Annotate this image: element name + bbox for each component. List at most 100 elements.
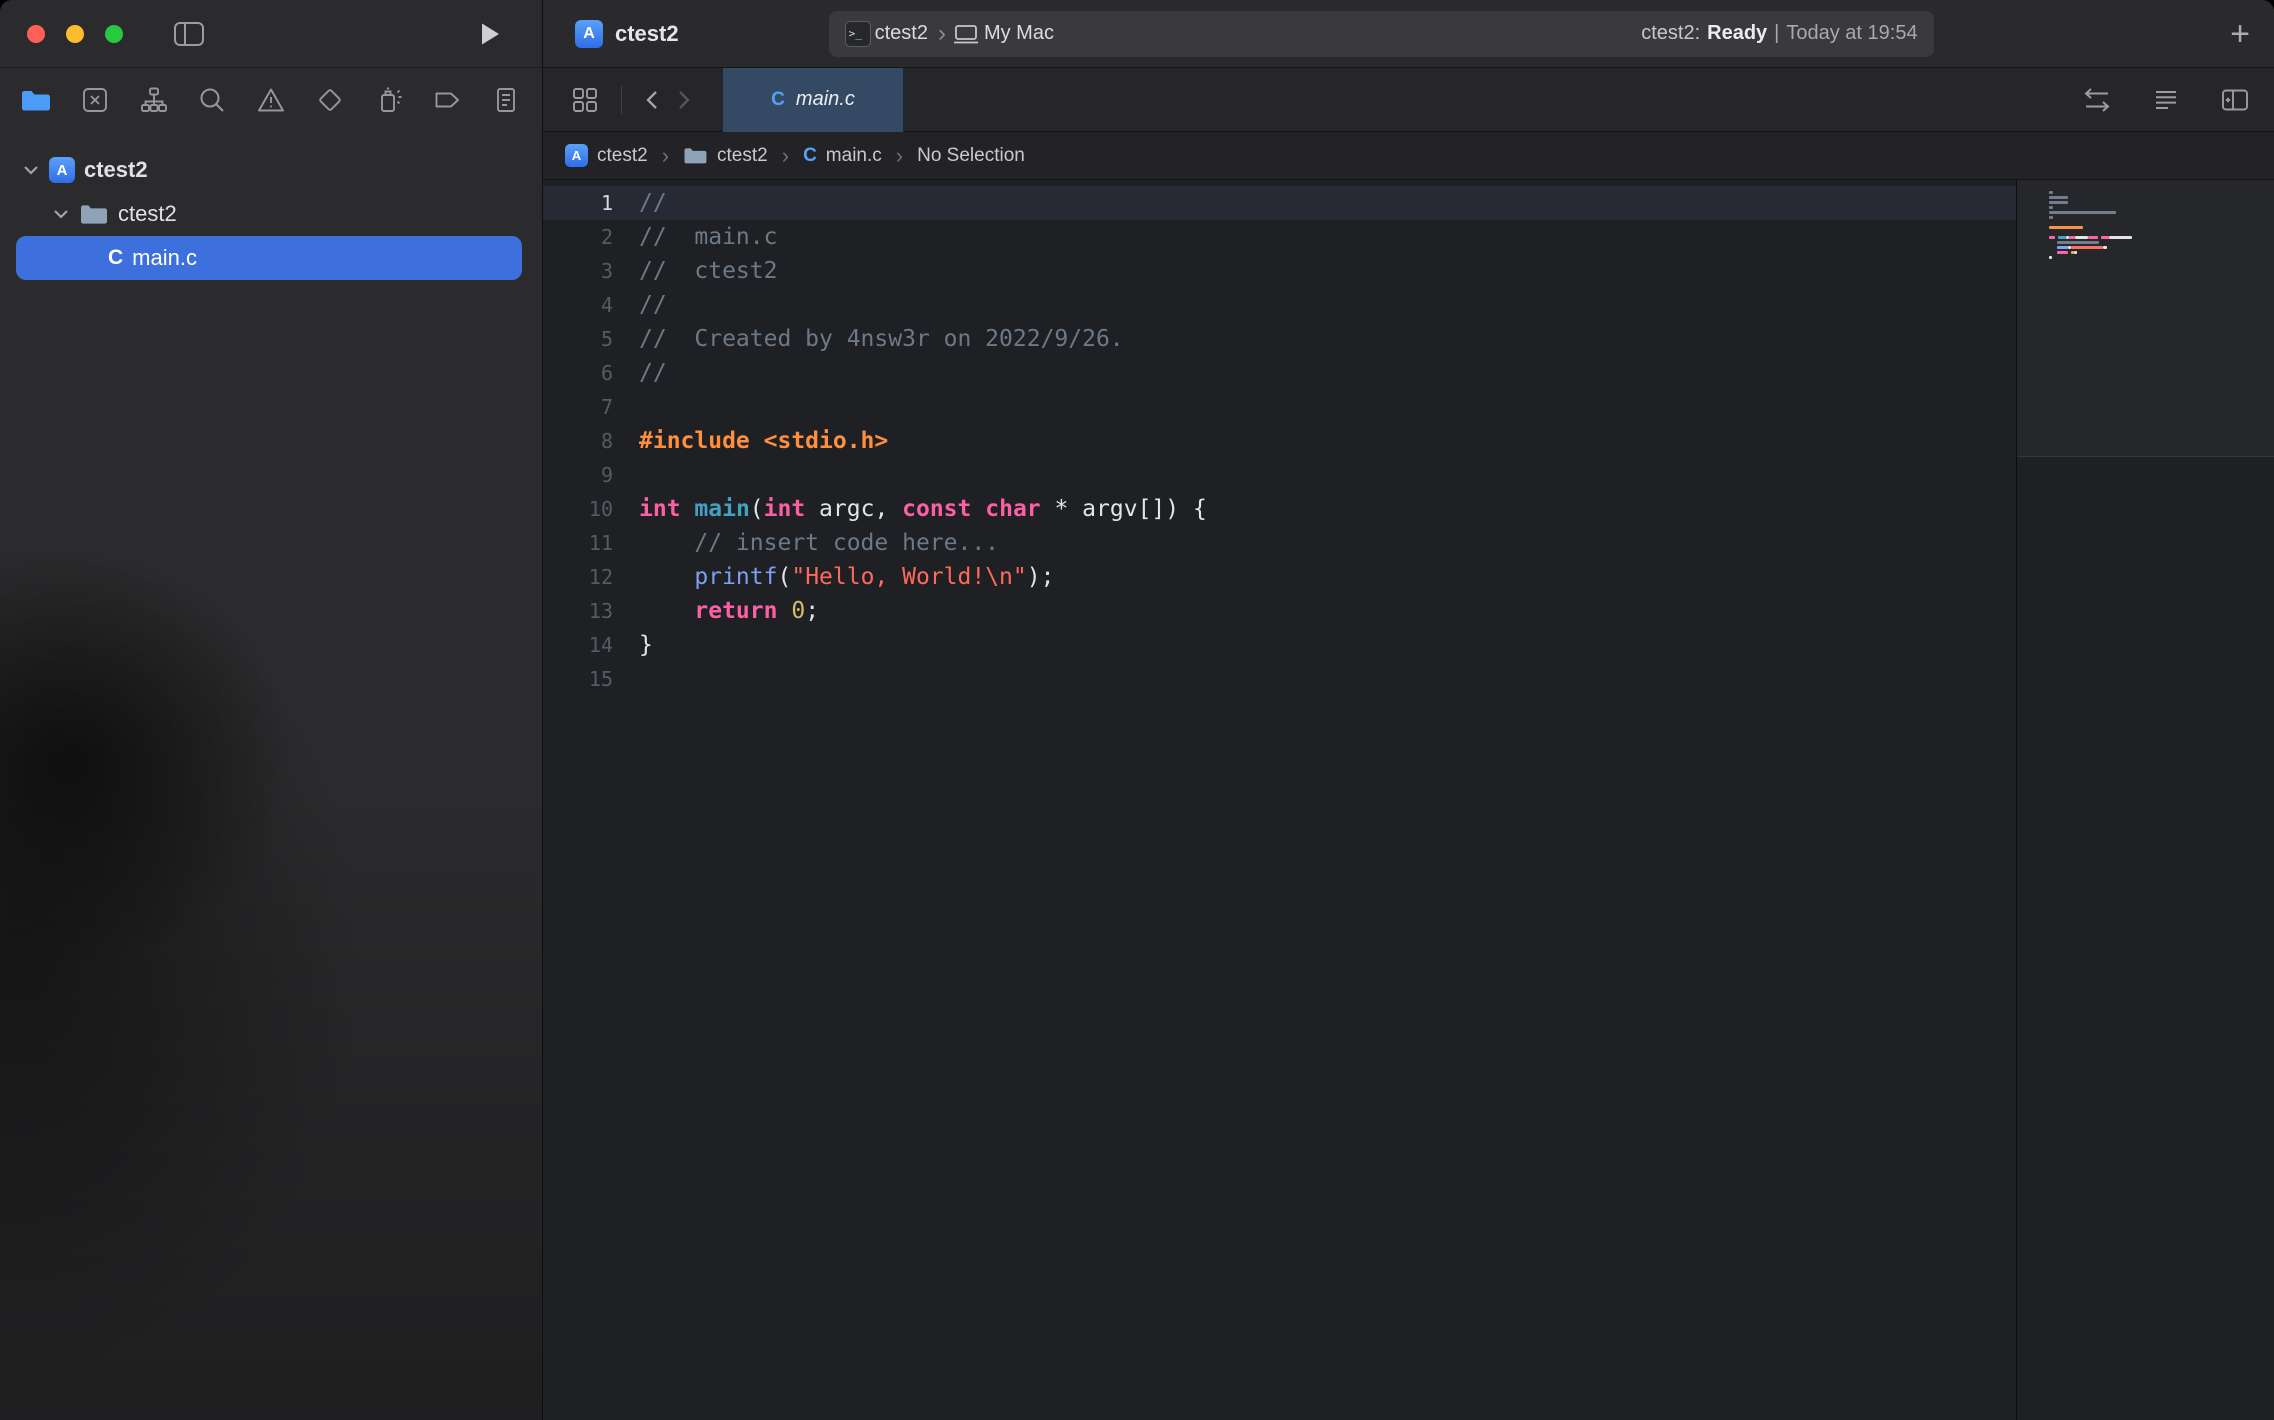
report-navigator-button[interactable] — [486, 80, 526, 120]
tab-overview-button[interactable] — [563, 86, 607, 114]
close-button[interactable] — [27, 25, 45, 43]
code-line[interactable]: 1 // — [543, 186, 2016, 220]
code-line[interactable]: 13 return 0; — [543, 594, 2016, 628]
find-navigator-button[interactable] — [192, 80, 232, 120]
symbol-navigator-button[interactable] — [134, 80, 174, 120]
code-line[interactable]: 11 // insert code here... — [543, 526, 2016, 560]
code-line[interactable]: 14} — [543, 628, 2016, 662]
line-number[interactable]: 5 — [543, 322, 613, 356]
minimize-button[interactable] — [66, 25, 84, 43]
add-editor-button[interactable] — [2212, 86, 2258, 114]
code-lines[interactable]: 1//2// main.c3// ctest24//5// Created by… — [543, 180, 2016, 1420]
chevron-down-icon[interactable] — [52, 207, 70, 221]
debug-navigator-button[interactable] — [369, 80, 409, 120]
tree-row-project[interactable]: A ctest2 — [0, 148, 542, 192]
divider — [621, 86, 622, 114]
breakpoint-tag-icon — [432, 85, 462, 115]
warning-triangle-icon — [256, 85, 286, 115]
code-text: // — [639, 288, 667, 322]
add-button[interactable]: + — [2230, 17, 2250, 51]
navigator-sidebar: A ctest2 ctest2 C main.c — [0, 0, 543, 1420]
jumpbar-group[interactable]: ctest2 — [683, 145, 768, 167]
chevron-right-icon: › — [662, 143, 669, 169]
code-line[interactable]: 5 // Created by 4nsw3r on 2022/9/26. — [543, 322, 2016, 356]
split-editor-plus-icon — [2220, 86, 2250, 114]
arrows-left-right-icon — [2082, 86, 2112, 114]
issue-navigator-button[interactable] — [251, 80, 291, 120]
line-number[interactable]: 1 — [543, 186, 613, 220]
tree-item-label: ctest2 — [118, 201, 177, 227]
test-navigator-button[interactable] — [310, 80, 350, 120]
chevron-down-icon[interactable] — [22, 163, 40, 177]
chevron-right-icon — [676, 89, 692, 111]
line-number[interactable]: 6 — [543, 356, 613, 390]
xcode-window: A ctest2 ctest2 C main.c A ctes — [0, 0, 2274, 1420]
jumpbar-project[interactable]: A ctest2 — [565, 144, 648, 167]
play-icon — [478, 21, 502, 47]
tab-label: main.c — [796, 88, 855, 111]
tree-item-label: ctest2 — [84, 157, 148, 183]
code-line[interactable]: 7 — [543, 390, 2016, 424]
scheme-target-selector[interactable]: ctest2 — [875, 22, 928, 45]
status-divider: | — [1774, 22, 1779, 45]
line-number[interactable]: 15 — [543, 662, 613, 696]
tab-main-c[interactable]: C main.c — [722, 68, 904, 132]
code-line[interactable]: 4 // — [543, 288, 2016, 322]
editor-options-button[interactable] — [2144, 86, 2188, 114]
tree-item-label: main.c — [132, 245, 197, 271]
code-line[interactable]: 8#include <stdio.h> — [543, 424, 2016, 458]
code-text: // Created by 4nsw3r on 2022/9/26. — [639, 322, 1124, 356]
chevron-left-icon — [644, 89, 660, 111]
tree-row-group[interactable]: ctest2 — [0, 192, 542, 236]
minimap-line — [2017, 261, 2274, 266]
xcode-project-icon: A — [565, 144, 588, 167]
code-line[interactable]: 2// main.c — [543, 220, 2016, 254]
go-forward-button[interactable] — [668, 89, 700, 111]
jumpbar-file[interactable]: C main.c — [803, 145, 882, 167]
diamond-icon — [315, 85, 345, 115]
line-number[interactable]: 8 — [543, 424, 613, 458]
go-back-button[interactable] — [636, 89, 668, 111]
line-number[interactable]: 11 — [543, 526, 613, 560]
grid-icon — [571, 86, 599, 114]
sidebar-toolbar — [0, 0, 542, 68]
project-navigator-button[interactable] — [16, 80, 56, 120]
toggle-sidebar-button[interactable] — [173, 20, 205, 48]
jump-bar: A ctest2 › ctest2 › C main.c › No Select… — [543, 132, 2274, 180]
line-number[interactable]: 10 — [543, 492, 613, 526]
line-number[interactable]: 2 — [543, 220, 613, 254]
zoom-button[interactable] — [105, 25, 123, 43]
jumpbar-file-label: main.c — [826, 145, 882, 167]
source-control-navigator-button[interactable] — [75, 80, 115, 120]
chevron-right-icon: › — [938, 20, 946, 48]
code-line[interactable]: 9 — [543, 458, 2016, 492]
line-number[interactable]: 12 — [543, 560, 613, 594]
activity-status[interactable]: ctest2: Ready | Today at 19:54 — [1641, 22, 1917, 45]
scheme-destination-selector[interactable]: My Mac — [984, 22, 1054, 45]
code-line[interactable]: 15 — [543, 662, 2016, 696]
line-number[interactable]: 13 — [543, 594, 613, 628]
code-text: // — [639, 356, 667, 390]
toolbar: A ctest2 >_ ctest2 › My Mac ctest2: Read… — [543, 0, 2274, 68]
tree-row-file-selected[interactable]: C main.c — [16, 236, 522, 280]
code-line[interactable]: 3// ctest2 — [543, 254, 2016, 288]
line-number[interactable]: 3 — [543, 254, 613, 288]
code-line[interactable]: 6 // — [543, 356, 2016, 390]
run-button[interactable] — [478, 21, 502, 47]
code-text: // — [639, 186, 667, 220]
terminal-target-icon: >_ — [845, 21, 871, 47]
line-number[interactable]: 9 — [543, 458, 613, 492]
breakpoint-navigator-button[interactable] — [427, 80, 467, 120]
code-review-button[interactable] — [2074, 86, 2120, 114]
code-line[interactable]: 12 printf("Hello, World!\n"); — [543, 560, 2016, 594]
jumpbar-selection[interactable]: No Selection — [917, 145, 1025, 167]
search-icon — [197, 85, 227, 115]
code-line[interactable]: 10int main(int argc, const char * argv[]… — [543, 492, 2016, 526]
minimap[interactable] — [2016, 180, 2274, 1420]
chevron-right-icon: › — [896, 143, 903, 169]
line-number[interactable]: 7 — [543, 390, 613, 424]
scheme-and-status-bar: >_ ctest2 › My Mac ctest2: Ready | Today… — [829, 11, 1934, 57]
line-number[interactable]: 14 — [543, 628, 613, 662]
status-project: ctest2: — [1641, 22, 1700, 45]
line-number[interactable]: 4 — [543, 288, 613, 322]
